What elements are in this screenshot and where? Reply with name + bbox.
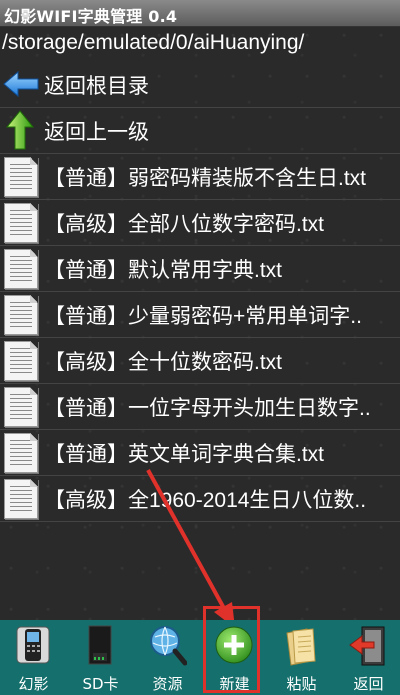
nav-root-label: 返回根目录: [44, 75, 149, 98]
file-name: 【普通】少量弱密码+常用单词字..: [44, 305, 362, 328]
toolbar-paste-button[interactable]: 粘贴: [268, 620, 335, 695]
text-file-icon: [4, 479, 38, 519]
file-row[interactable]: 【普通】少量弱密码+常用单词字..: [0, 291, 400, 338]
file-row[interactable]: 【普通】默认常用字典.txt: [0, 245, 400, 292]
file-row[interactable]: 【普通】一位字母开头加生日数字..: [0, 383, 400, 430]
file-name: 【普通】弱密码精装版不含生日.txt: [44, 167, 367, 190]
arrow-up-icon: [6, 110, 34, 150]
file-row[interactable]: 【高级】全部八位数字密码.txt: [0, 199, 400, 246]
exit-door-icon: [349, 626, 385, 666]
file-row[interactable]: 【高级】全1960-2014生日八位数..: [0, 475, 400, 522]
arrow-left-icon: [3, 70, 39, 98]
text-file-icon: [4, 295, 38, 335]
file-name: 【普通】默认常用字典.txt: [44, 259, 283, 282]
phone-icon: [16, 626, 50, 664]
text-file-icon: [4, 433, 38, 473]
text-file-icon: [4, 249, 38, 289]
file-name: 【高级】全十位数密码.txt: [44, 351, 283, 374]
toolbar-label: 幻影: [18, 675, 49, 693]
toolbar-sdcard-button[interactable]: SD卡: [67, 620, 134, 695]
title-bar: 幻影WIFI字典管理 0.4: [0, 0, 400, 27]
toolbar-huanying-button[interactable]: 幻影: [0, 620, 67, 695]
file-name: 【高级】全部八位数字密码.txt: [44, 213, 325, 236]
text-file-icon: [4, 341, 38, 381]
file-name: 【普通】英文单词字典合集.txt: [44, 443, 325, 466]
bottom-toolbar: 幻影 SD卡 资源 新建 粘贴 返回: [0, 620, 400, 695]
file-browser: /storage/emulated/0/aiHuanying/ 返回根目录 返回…: [0, 27, 400, 620]
toolbar-label: 粘贴: [286, 675, 317, 693]
text-file-icon: [4, 387, 38, 427]
app-title: 幻影WIFI字典管理 0.4: [4, 7, 178, 26]
file-name: 【普通】一位字母开头加生日数字..: [44, 397, 371, 420]
file-name: 【高级】全1960-2014生日八位数..: [44, 489, 367, 512]
toolbar-back-button[interactable]: 返回: [335, 620, 400, 695]
file-row[interactable]: 【高级】全十位数密码.txt: [0, 337, 400, 384]
nav-up-label: 返回上一级: [44, 121, 149, 144]
highlight-box: [203, 606, 260, 693]
text-file-icon: [4, 203, 38, 243]
text-file-icon: [4, 157, 38, 197]
toolbar-label: 资源: [152, 675, 183, 693]
file-row[interactable]: 【普通】弱密码精装版不含生日.txt: [0, 153, 400, 200]
sd-card-icon: [88, 625, 112, 665]
globe-search-icon: [150, 626, 187, 666]
current-path: /storage/emulated/0/aiHuanying/: [2, 31, 305, 54]
nav-root-row[interactable]: 返回根目录: [0, 61, 400, 108]
toolbar-label: SD卡: [82, 675, 119, 693]
file-row[interactable]: 【普通】英文单词字典合集.txt: [0, 429, 400, 476]
toolbar-resources-button[interactable]: 资源: [134, 620, 201, 695]
paste-icon: [286, 628, 316, 666]
nav-up-row[interactable]: 返回上一级: [0, 107, 400, 154]
toolbar-label: 返回: [353, 675, 384, 693]
